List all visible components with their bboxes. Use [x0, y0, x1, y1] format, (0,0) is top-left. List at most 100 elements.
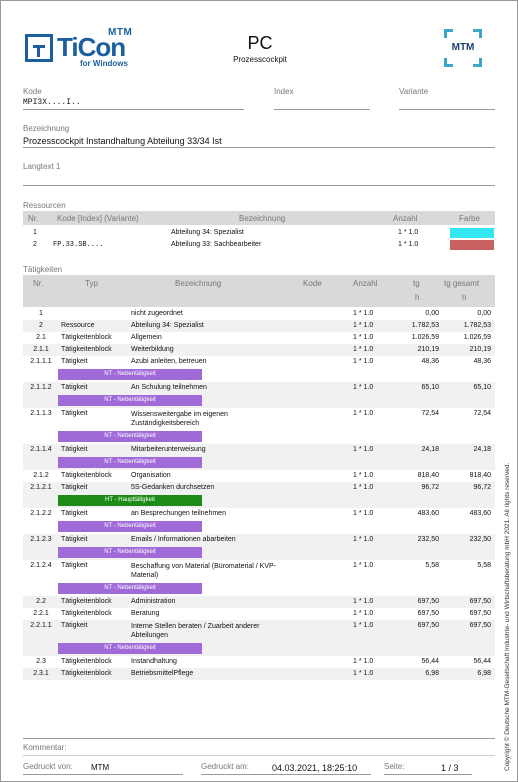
taetigkeit-row: 1 nicht zugeordnet 1 * 1.0 0,00 0,00 [23, 308, 495, 320]
tae-typ: Tätigkeit [61, 562, 88, 569]
taetigkeit-row: 2.1 Tätigkeitenblock Allgemein 1 * 1.0 1.026… [23, 332, 495, 344]
tae-tg: 6,98 [425, 670, 439, 677]
res-farbe-swatch [450, 240, 494, 250]
tae-nr: 2.1 [36, 334, 46, 341]
bezeichnung-label: Bezeichnung [23, 124, 70, 133]
tae-bez: Instandhaltung [131, 658, 177, 665]
tae-tgg: 72,54 [473, 410, 491, 417]
tae-tg: 0,00 [425, 310, 439, 317]
tae-col-tgg-unit: h [462, 293, 467, 302]
copyright-text: Copyright © Deutsche MTM-Gesellschaft In… [504, 462, 511, 771]
index-label: Index [274, 87, 294, 96]
taetigkeit-row: 2.1.2.1 Tätigkeit 5S-Gedanken durchsetzen 1… [23, 482, 495, 508]
gedruckt-von-value: MTM [91, 763, 110, 772]
tae-nr: 2.3 [36, 658, 46, 665]
taetigkeit-row: 2.1.2 Tätigkeitenblock Organisation 1 * 1.0… [23, 470, 495, 482]
tae-anzahl: 1 * 1.0 [353, 310, 374, 317]
tae-nr: 2.2 [36, 598, 46, 605]
mtm-logo-icon: MTM [444, 29, 482, 67]
res-anzahl: 1 * 1.0 [398, 241, 419, 248]
tae-anzahl: 1 * 1.0 [353, 484, 374, 491]
tae-anzahl: 1 * 1.0 [353, 410, 374, 417]
activity-type-badge: NT - Nebentätigkeit [58, 583, 202, 594]
gedruckt-am-underline [201, 774, 371, 775]
tae-typ: Ressource [61, 322, 95, 329]
tae-col-bez: Bezeichnung [175, 279, 222, 288]
tae-tg: 48,36 [421, 358, 439, 365]
res-col-kode: Kode [Index] (Variante) [57, 214, 139, 223]
tae-typ: Tätigkeit [61, 410, 88, 417]
tae-nr: 2.1.1.2 [30, 384, 52, 391]
document-title: PC [247, 33, 273, 53]
tae-tg: 697,50 [417, 598, 439, 605]
tae-tgg: 48,36 [473, 358, 491, 365]
tae-anzahl: 1 * 1.0 [353, 322, 374, 329]
activity-type-badge: NT - Nebentätigkeit [58, 521, 202, 532]
taetigkeit-row: 2.1.2.3 Tätigkeit Emails / Informationen a… [23, 534, 495, 560]
tae-anzahl: 1 * 1.0 [353, 610, 374, 617]
tae-tgg: 5,58 [477, 562, 491, 569]
res-anzahl: 1 * 1.0 [398, 229, 419, 236]
tae-tgg: 0,00 [477, 310, 491, 317]
activity-type-badge: NT - Nebentätigkeit [58, 369, 202, 380]
tae-bez: Organisation [131, 472, 171, 479]
taetigkeiten-title: Tätigkeiten [23, 265, 63, 274]
activity-type-badge: NT - Nebentätigkeit [58, 643, 202, 654]
tae-col-nr: Nr. [33, 279, 44, 288]
tae-tg: 72,54 [421, 410, 439, 417]
tae-nr: 2.2.1 [33, 610, 49, 617]
res-bez: Abteilung 34: Spezialist [171, 229, 244, 236]
tae-bez: Abteilung 34: Spezialist [131, 322, 204, 329]
res-col-farbe: Farbe [459, 214, 480, 223]
kode-label: Kode [23, 87, 42, 96]
tae-typ: Tätigkeitenblock [61, 346, 112, 353]
tae-typ: Tätigkeitenblock [61, 334, 112, 341]
taetigkeit-row: 2.1.1.3 Tätigkeit Wissensweitergabe im eig… [23, 408, 495, 444]
activity-type-badge: NT - Nebentätigkeit [58, 547, 202, 558]
tae-tgg: 697,50 [469, 598, 491, 605]
tae-tg: 56,44 [421, 658, 439, 665]
taetigkeit-row: 2.2.1 Tätigkeitenblock Beratung 1 * 1.0 697,… [23, 608, 495, 620]
tae-bez: Beschaffung von Material (Büromaterial /… [131, 563, 276, 579]
ressource-row: 1 Abteilung 34: Spezialist 1 * 1.0 [23, 227, 495, 239]
tae-tgg: 6,98 [477, 670, 491, 677]
res-farbe-swatch [450, 228, 494, 238]
tae-typ: Tätigkeit [61, 510, 88, 517]
tae-nr: 2.1.1.1 [30, 358, 52, 365]
tae-bez: BetriebsmittelPflege [131, 670, 194, 677]
tae-typ: Tätigkeit [61, 446, 88, 453]
tae-nr: 2.1.1 [33, 346, 49, 353]
logo-mtm: MTM [108, 27, 133, 38]
taetigkeit-row: 2.1.1 Tätigkeitenblock Weiterbildung 1 * 1.… [23, 344, 495, 356]
taetigkeit-row: 2.3 Tätigkeitenblock Instandhaltung 1 * 1.0… [23, 656, 495, 668]
tae-tgg: 24,18 [473, 446, 491, 453]
tae-anzahl: 1 * 1.0 [353, 598, 374, 605]
tae-nr: 1 [39, 310, 43, 317]
taetigkeit-row: 2.1.1.1 Tätigkeit Azubi anleiten, betreuen… [23, 356, 495, 382]
tae-tgg: 818,40 [469, 472, 491, 479]
tae-anzahl: 1 * 1.0 [353, 472, 374, 479]
tae-anzahl: 1 * 1.0 [353, 562, 374, 569]
tae-tg: 1.026,59 [411, 334, 439, 341]
mtm-logo-text: MTM [451, 42, 475, 53]
tae-tgg: 56,44 [473, 658, 491, 665]
seite-value: 1 / 3 [441, 763, 459, 773]
tae-typ: Tätigkeitenblock [61, 658, 112, 665]
tae-bez: nicht zugeordnet [131, 310, 183, 317]
tae-anzahl: 1 * 1.0 [353, 358, 374, 365]
ressourcen-title: Ressourcen [23, 201, 66, 210]
tae-tgg: 483,60 [469, 510, 491, 517]
variante-underline [399, 109, 495, 110]
seite-label: Seite: [384, 762, 405, 771]
tae-nr: 2.1.2.3 [30, 536, 52, 543]
tae-tgg: 65,10 [473, 384, 491, 391]
tae-col-kode: Kode [303, 279, 322, 288]
tae-tgg: 232,50 [469, 536, 491, 543]
res-bez: Abteilung 33: Sachbearbeiter [171, 241, 262, 248]
ticon-logo-icon [25, 34, 53, 62]
activity-type-badge: HT - Haupttätigkeit [58, 495, 202, 506]
langtext-label: Langtext 1 [23, 162, 61, 171]
tae-tgg: 1.026,59 [463, 334, 491, 341]
tae-tg: 5,58 [425, 562, 439, 569]
res-col-bez: Bezeichnung [239, 214, 286, 223]
